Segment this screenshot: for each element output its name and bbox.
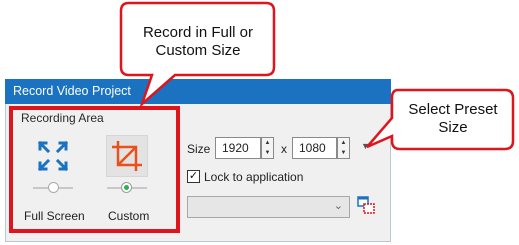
width-input[interactable]: 1920 [215, 137, 261, 159]
select-window-icon [357, 196, 375, 214]
full-screen-radio[interactable] [48, 182, 59, 193]
width-spinner[interactable]: ▲ ▼ [261, 137, 274, 159]
height-input[interactable]: 1080 [292, 137, 337, 159]
top-callout-text: Record in Full or Custom Size [122, 24, 274, 60]
custom-button[interactable] [106, 135, 148, 177]
recording-area-label: Recording Area [21, 111, 104, 125]
top-callout-line-1: Record in Full or [142, 24, 254, 41]
right-callout-line-2: Size [438, 119, 468, 136]
custom-label: Custom [108, 209, 150, 223]
preset-size-dropdown-icon[interactable]: ▼ [361, 141, 370, 151]
fullscreen-arrows-icon [37, 140, 69, 172]
height-spinner[interactable]: ▲ ▼ [337, 137, 350, 159]
window-title: Record Video Project [13, 84, 131, 98]
right-callout-text: Select Preset Size [394, 101, 512, 137]
width-up-arrow-icon[interactable]: ▲ [262, 138, 273, 148]
lock-to-application-checkbox[interactable]: ✓ [187, 170, 200, 183]
top-callout-line-2: Custom Size [155, 42, 241, 59]
full-screen-label: Full Screen [24, 209, 85, 223]
crop-icon [112, 141, 142, 171]
chevron-down-icon: ⌄ [333, 200, 343, 212]
height-down-arrow-icon[interactable]: ▼ [338, 148, 349, 158]
application-select[interactable]: ⌄ [187, 196, 350, 218]
width-down-arrow-icon[interactable]: ▼ [262, 148, 273, 158]
custom-radio[interactable] [121, 182, 132, 193]
lock-to-application-label: Lock to application [204, 170, 304, 184]
size-label: Size [187, 142, 211, 156]
full-screen-button[interactable] [35, 138, 71, 174]
size-separator: x [281, 142, 287, 156]
right-callout-line-1: Select Preset [408, 101, 498, 118]
height-up-arrow-icon[interactable]: ▲ [338, 138, 349, 148]
select-window-button[interactable] [357, 196, 375, 214]
